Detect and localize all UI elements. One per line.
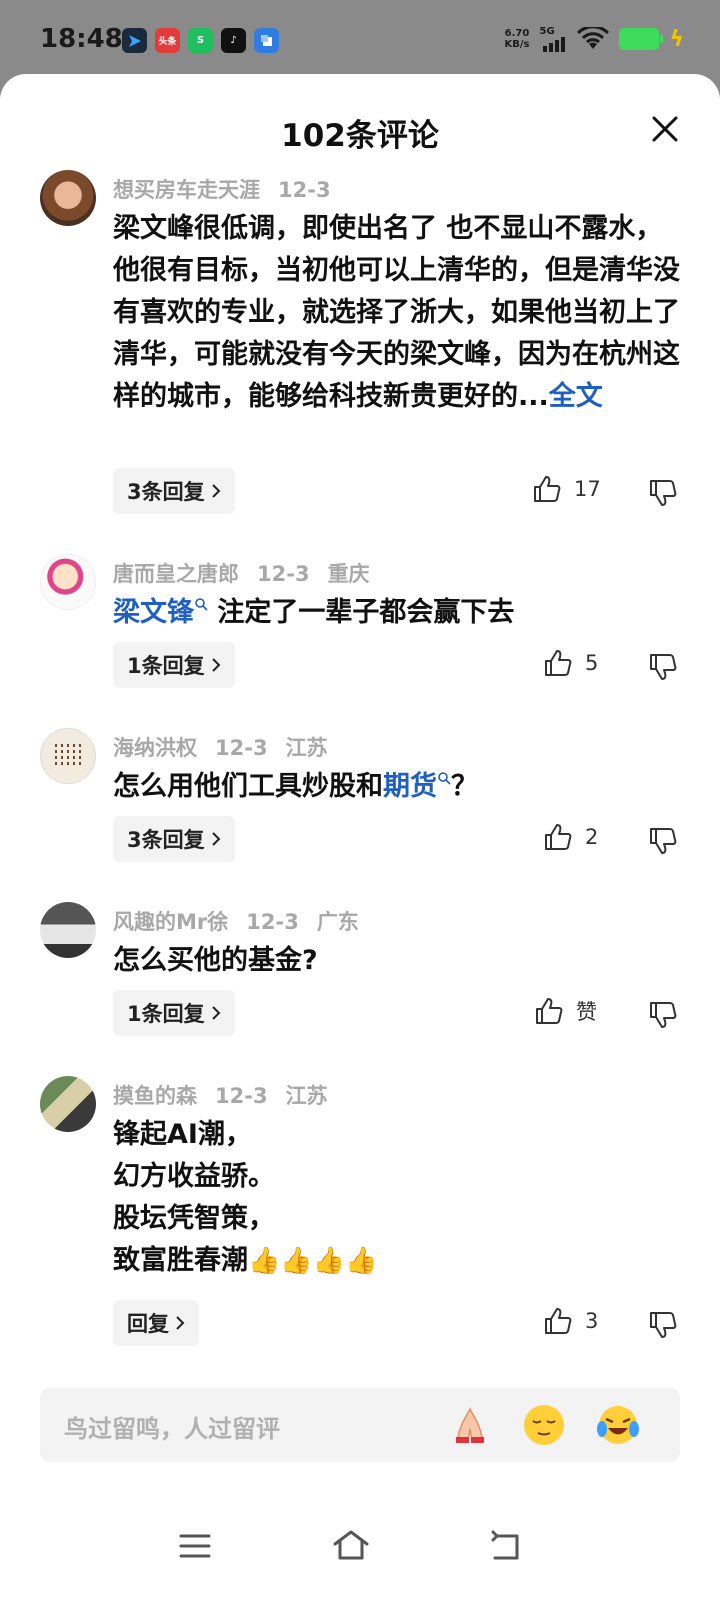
comment-meta: 海纳洪权 12-3 江苏 xyxy=(113,732,346,762)
avatar[interactable] xyxy=(40,902,96,958)
like-count: 赞 xyxy=(576,1000,597,1024)
status-bar: 18:48 头条 S ♪ 6.70 KB/s 5G ϟ xyxy=(0,0,720,78)
comment-location: 重庆 xyxy=(327,562,370,586)
comment-date: 12-3 xyxy=(215,736,268,760)
system-nav-bar xyxy=(0,1504,720,1608)
thumbs-up-icon xyxy=(536,998,563,1024)
status-time: 18:48 xyxy=(40,24,123,54)
like-button[interactable]: 2 xyxy=(543,822,598,852)
thumbs-up-icon xyxy=(545,650,572,676)
charging-icon: ϟ xyxy=(669,26,684,52)
avatar[interactable] xyxy=(40,728,96,784)
comment-username[interactable]: 想买房车走天涯 xyxy=(113,178,260,202)
home-icon[interactable] xyxy=(331,1526,371,1566)
like-button[interactable]: 5 xyxy=(543,648,598,678)
like-count: 2 xyxy=(585,825,599,849)
sheet-title: 102条评论 xyxy=(281,118,439,154)
chevron-right-icon xyxy=(176,1316,185,1330)
thumbs-up-icon xyxy=(545,824,572,850)
comment-location: 江苏 xyxy=(285,736,328,760)
comment-location: 广东 xyxy=(316,910,359,934)
thumbs-down-icon[interactable] xyxy=(648,1310,678,1340)
app-blue-arrow-icon xyxy=(122,28,147,53)
comment-text: 梁文锋 注定了一辈子都会赢下去 xyxy=(113,597,515,628)
comment-input[interactable]: 鸟过留鸣，人过留评 xyxy=(40,1388,680,1462)
comment-meta: 唐而皇之唐郎 12-3 重庆 xyxy=(113,558,388,588)
avatar[interactable] xyxy=(40,554,96,610)
cell-signal-icon: 5G xyxy=(539,26,567,52)
status-indicators: 6.70 KB/s 5G ϟ xyxy=(504,26,684,52)
status-app-icons: 头条 S ♪ xyxy=(122,28,279,53)
thumbs-down-icon[interactable] xyxy=(648,652,678,682)
like-count: 3 xyxy=(585,1309,599,1333)
like-count: 17 xyxy=(574,477,601,501)
comment-meta: 摸鱼的森 12-3 江苏 xyxy=(113,1080,346,1110)
folded-hands-icon[interactable] xyxy=(448,1403,492,1447)
comment-meta: 想买房车走天涯 12-3 xyxy=(113,174,349,204)
comment-date: 12-3 xyxy=(257,562,310,586)
like-button[interactable]: 赞 xyxy=(534,996,597,1026)
menu-icon[interactable] xyxy=(175,1526,215,1566)
full-text-link[interactable]: 全文 xyxy=(549,381,603,412)
search-icon xyxy=(438,772,451,785)
wifi-icon xyxy=(577,27,610,49)
comment-username[interactable]: 海纳洪权 xyxy=(113,736,197,760)
search-icon xyxy=(195,598,208,611)
comment-username[interactable]: 唐而皇之唐郎 xyxy=(113,562,239,586)
comment-date: 12-3 xyxy=(246,910,299,934)
chevron-right-icon xyxy=(211,484,221,498)
comment-date: 12-3 xyxy=(278,178,331,202)
thumbs-up-emoji-icon: 👍👍👍👍 xyxy=(248,1246,378,1276)
back-icon[interactable] xyxy=(487,1526,527,1566)
view-replies-button[interactable]: 1条回复 xyxy=(113,990,235,1036)
reply-button[interactable]: 回复 xyxy=(113,1300,199,1346)
search-keyword-link[interactable]: 梁文锋 xyxy=(113,597,194,628)
like-count: 5 xyxy=(585,651,599,675)
comment-meta: 风趣的Mr徐 12-3 广东 xyxy=(113,906,377,936)
app-blue-square-icon xyxy=(254,28,279,53)
thumbs-up-icon xyxy=(534,476,561,502)
search-keyword-link[interactable]: 期货 xyxy=(383,771,437,802)
net-speed: 6.70 KB/s xyxy=(504,28,530,50)
thumbs-down-icon[interactable] xyxy=(648,478,678,508)
view-replies-button[interactable]: 3条回复 xyxy=(113,816,235,862)
chevron-right-icon xyxy=(211,832,221,846)
battery-icon xyxy=(619,28,664,50)
chevron-right-icon xyxy=(211,658,221,672)
view-replies-button[interactable]: 1条回复 xyxy=(113,642,235,688)
laughing-tears-icon[interactable] xyxy=(596,1403,640,1447)
avatar[interactable] xyxy=(40,170,96,226)
like-button[interactable]: 3 xyxy=(543,1306,598,1336)
comment-text: 怎么用他们工具炒股和期货？ xyxy=(113,771,478,802)
comment-text: 锋起AI潮， 幻方收益骄。 股坛凭智策， 致富胜春潮👍👍👍👍 xyxy=(113,1119,378,1276)
comment-username[interactable]: 风趣的Mr徐 xyxy=(113,910,228,934)
like-button[interactable]: 17 xyxy=(532,474,601,504)
thumbs-down-icon[interactable] xyxy=(648,1000,678,1030)
thumbs-down-icon[interactable] xyxy=(648,826,678,856)
close-icon[interactable] xyxy=(650,114,680,144)
view-replies-button[interactable]: 3条回复 xyxy=(113,468,235,514)
comment-date: 12-3 xyxy=(215,1084,268,1108)
avatar[interactable] xyxy=(40,1076,96,1132)
comment-location: 江苏 xyxy=(285,1084,328,1108)
app-toutiao-icon: 头条 xyxy=(155,28,180,53)
thumbs-up-icon xyxy=(545,1308,572,1334)
comment-text: 梁文峰很低调，即使出名了 也不显山不露水，他很有目标，当初他可以上清华的，但是清… xyxy=(113,213,680,412)
comment-username[interactable]: 摸鱼的森 xyxy=(113,1084,197,1108)
comment-input-placeholder: 鸟过留鸣，人过留评 xyxy=(64,1415,280,1443)
app-green-s-icon: S xyxy=(188,28,213,53)
comments-sheet: 102条评论 想买房车走天涯 12-3 梁文峰很低调，即使出名了 也不显山不露水，… xyxy=(0,74,720,1608)
app-tiktok-icon: ♪ xyxy=(221,28,246,53)
chevron-right-icon xyxy=(211,1006,221,1020)
relieved-face-icon[interactable] xyxy=(522,1403,566,1447)
comment-text: 怎么买他的基金? xyxy=(113,945,318,976)
